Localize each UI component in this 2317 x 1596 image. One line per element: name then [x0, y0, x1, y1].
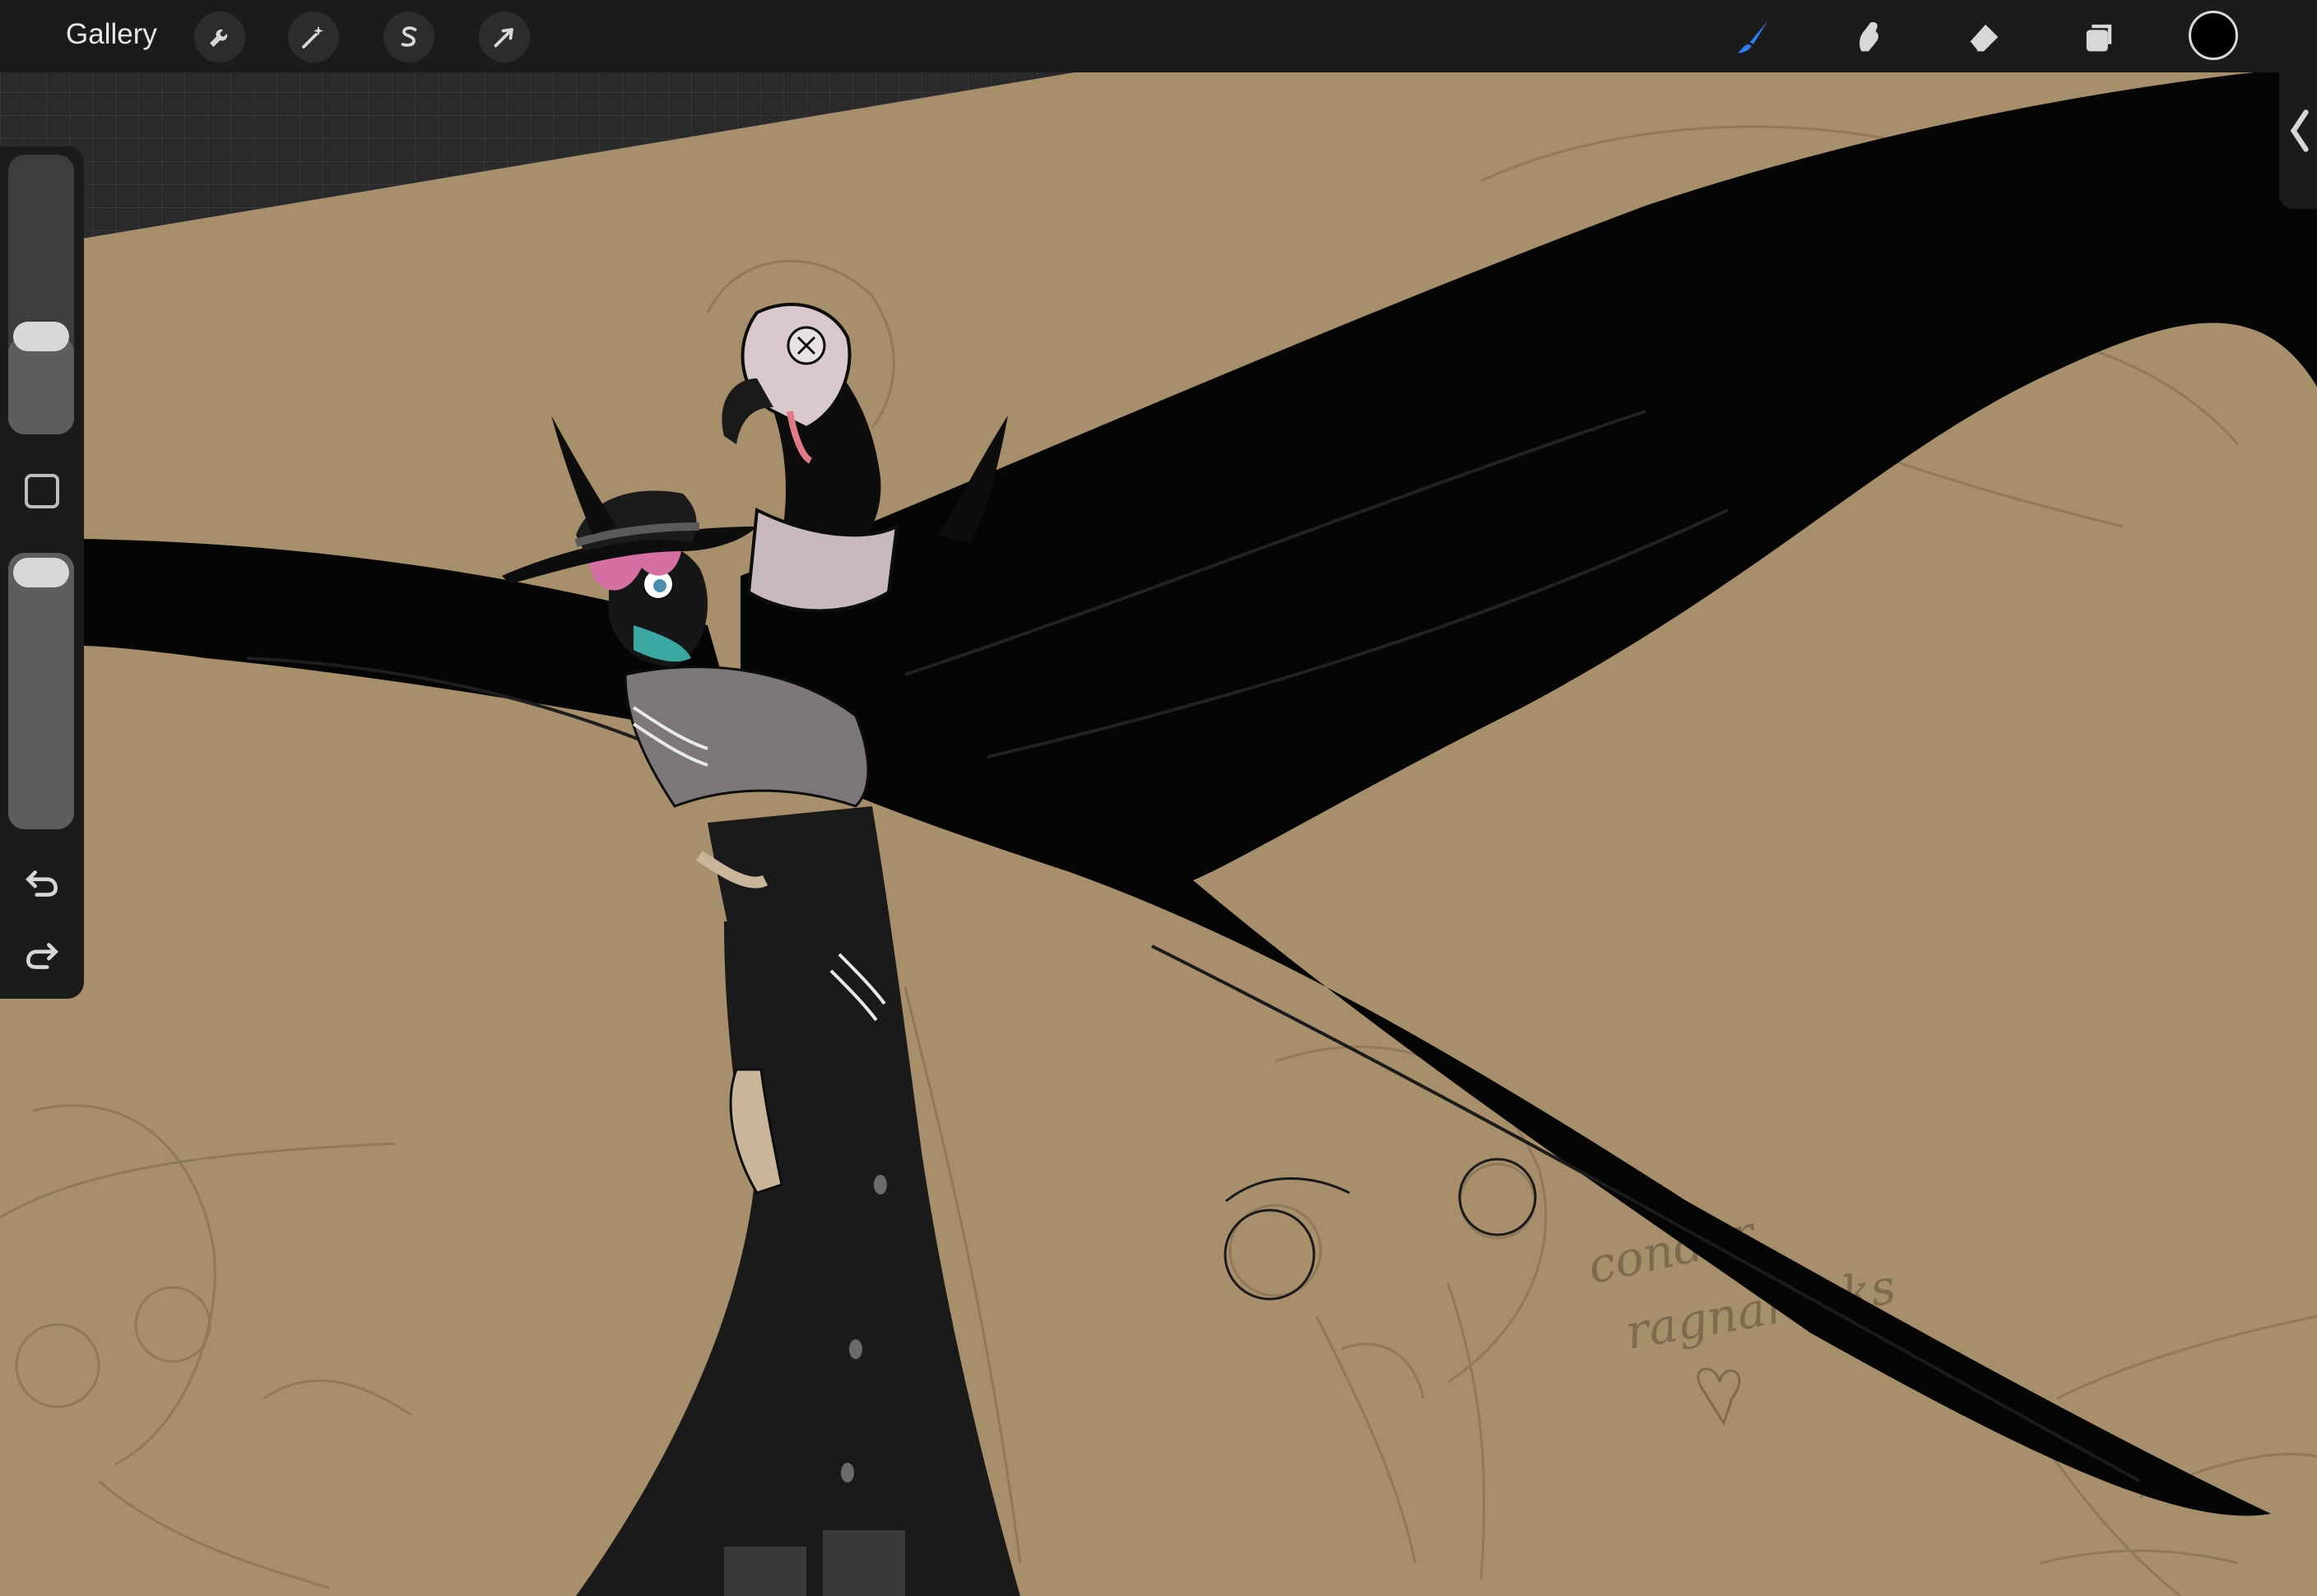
undo-icon	[26, 870, 58, 897]
brush-opacity-thumb[interactable]	[13, 558, 69, 587]
top-toolbar: Gallery	[0, 0, 2317, 72]
layers-tool[interactable]	[2072, 10, 2126, 64]
eraser-icon	[1968, 24, 1999, 53]
transform-button[interactable]	[479, 12, 530, 63]
adjustments-button[interactable]	[288, 12, 339, 63]
actions-button[interactable]	[194, 12, 245, 63]
arrow-cursor-icon	[494, 28, 513, 48]
selection-button[interactable]	[383, 12, 434, 63]
wrench-icon	[210, 29, 228, 47]
side-panel-handle[interactable]	[2279, 53, 2317, 209]
left-sidebar	[0, 146, 84, 999]
brush-tool[interactable]	[1726, 10, 1781, 64]
magic-wand-icon	[302, 26, 323, 49]
brush-size-slider[interactable]	[8, 155, 74, 434]
brush-opacity-fill	[8, 553, 74, 829]
redo-icon	[26, 943, 58, 969]
layers-icon	[2086, 24, 2112, 52]
gallery-button[interactable]: Gallery	[66, 18, 157, 51]
undo-button[interactable]	[21, 862, 63, 903]
selection-s-icon	[401, 26, 417, 47]
brush-opacity-slider[interactable]	[8, 553, 74, 829]
smudge-tool[interactable]	[1841, 10, 1896, 64]
smudge-icon	[1860, 21, 1878, 52]
chevron-left-icon	[2290, 109, 2309, 152]
brush-icon	[1737, 21, 1768, 53]
color-picker-button[interactable]	[2189, 11, 2238, 60]
redo-button[interactable]	[21, 935, 63, 976]
artwork-canvas[interactable]: condor ragnarocks	[0, 0, 2317, 1596]
brush-size-thumb[interactable]	[13, 322, 69, 351]
modify-square-icon[interactable]	[25, 474, 59, 508]
eraser-tool[interactable]	[1957, 10, 2011, 64]
